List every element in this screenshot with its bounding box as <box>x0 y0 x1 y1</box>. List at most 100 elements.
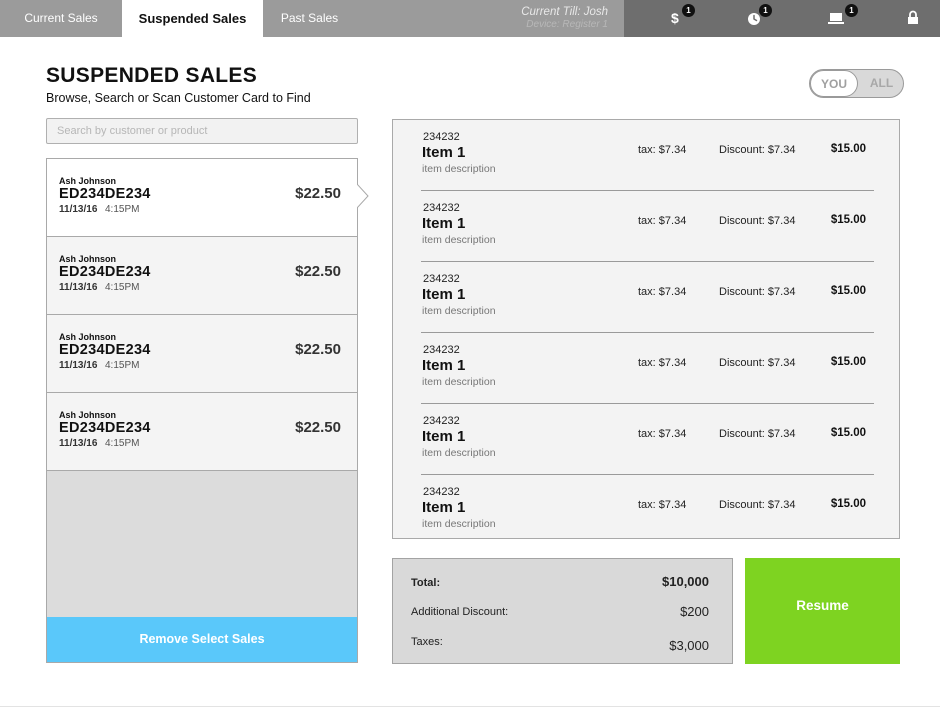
sale-time: 4:15PM <box>105 360 140 371</box>
sale-time: 4:15PM <box>105 204 140 215</box>
laptop-icon-button[interactable]: 1 <box>828 4 858 30</box>
sale-amount: $22.50 <box>295 185 341 202</box>
sale-customer: Ash Johnson <box>59 332 117 342</box>
totals-panel: Total: $10,000 Additional Discount: $200… <box>392 558 733 664</box>
sale-item-row[interactable]: 234232 Item 1 item description tax: $7.3… <box>421 333 874 404</box>
item-price: $15.00 <box>830 356 866 368</box>
tab-suspended-sales[interactable]: Suspended Sales <box>122 0 263 37</box>
additional-discount-label: Additional Discount: <box>411 606 509 618</box>
sale-items-panel: 234232 Item 1 item description tax: $7.3… <box>392 119 900 539</box>
toggle-you[interactable]: YOU <box>810 70 858 97</box>
item-description: item description <box>422 234 496 246</box>
sale-amount: $22.50 <box>295 419 341 436</box>
item-sku: 234232 <box>423 202 460 214</box>
item-name: Item 1 <box>422 144 466 161</box>
suspended-sales-list: Ash Johnson ED234DE234 11/13/16 4:15PM $… <box>46 158 358 663</box>
item-sku: 234232 <box>423 415 460 427</box>
total-label: Total: <box>411 577 441 589</box>
item-description: item description <box>422 518 496 530</box>
device-label: Device: Register 1 <box>526 19 608 30</box>
item-tax: tax: $7.34 <box>638 428 687 440</box>
status-bar: $ 1 1 1 <box>624 0 940 37</box>
sale-code: ED234DE234 <box>59 264 151 280</box>
laptop-icon <box>828 13 844 24</box>
item-price: $15.00 <box>830 143 866 155</box>
item-name: Item 1 <box>422 357 466 374</box>
item-discount: Discount: $7.34 <box>719 499 796 511</box>
item-sku: 234232 <box>423 344 460 356</box>
item-sku: 234232 <box>423 486 460 498</box>
tab-past-sales[interactable]: Past Sales <box>263 0 356 37</box>
item-discount: Discount: $7.34 <box>719 357 796 369</box>
remove-select-sales-button[interactable]: Remove Select Sales <box>47 617 357 662</box>
sale-customer: Ash Johnson <box>59 410 117 420</box>
taxes-label: Taxes: <box>411 636 443 648</box>
current-till-label: Current Till: Josh <box>521 6 608 18</box>
sale-amount: $22.50 <box>295 263 341 280</box>
item-tax: tax: $7.34 <box>638 215 687 227</box>
item-description: item description <box>422 447 496 459</box>
item-name: Item 1 <box>422 499 466 516</box>
item-sku: 234232 <box>423 131 460 143</box>
search-input[interactable] <box>46 118 358 144</box>
dollar-icon: $ <box>671 10 679 26</box>
item-description: item description <box>422 376 496 388</box>
item-tax: tax: $7.34 <box>638 286 687 298</box>
sale-code: ED234DE234 <box>59 186 151 202</box>
item-price: $15.00 <box>830 214 866 226</box>
sale-list-item[interactable]: Ash Johnson ED234DE234 11/13/16 4:15PM $… <box>47 315 357 393</box>
sale-date: 11/13/16 <box>59 438 98 449</box>
sale-time: 4:15PM <box>105 438 140 449</box>
item-name: Item 1 <box>422 428 466 445</box>
sale-customer: Ash Johnson <box>59 176 117 186</box>
item-discount: Discount: $7.34 <box>719 144 796 156</box>
item-price: $15.00 <box>830 427 866 439</box>
clock-icon <box>748 13 760 25</box>
item-price: $15.00 <box>830 285 866 297</box>
item-tax: tax: $7.34 <box>638 499 687 511</box>
item-sku: 234232 <box>423 273 460 285</box>
item-description: item description <box>422 305 496 317</box>
sale-item-row[interactable]: 234232 Item 1 item description tax: $7.3… <box>421 475 874 538</box>
resume-button[interactable]: Resume <box>745 558 900 664</box>
tab-current-sales[interactable]: Current Sales <box>0 0 122 37</box>
sale-list-item[interactable]: Ash Johnson ED234DE234 11/13/16 4:15PM $… <box>47 393 357 471</box>
item-price: $15.00 <box>830 498 866 510</box>
total-value: $10,000 <box>662 574 709 589</box>
taxes-value: $3,000 <box>669 638 709 653</box>
sale-date: 11/13/16 <box>59 360 98 371</box>
till-info: Current Till: Josh Device: Register 1 <box>521 6 608 30</box>
clock-icon-button[interactable]: 1 <box>746 4 772 30</box>
dollar-icon-button[interactable]: $ 1 <box>669 4 695 30</box>
sale-item-row[interactable]: 234232 Item 1 item description tax: $7.3… <box>421 262 874 333</box>
item-discount: Discount: $7.34 <box>719 428 796 440</box>
page-title: SUSPENDED SALES <box>46 64 258 87</box>
lock-icon <box>908 10 918 24</box>
item-tax: tax: $7.34 <box>638 357 687 369</box>
you-all-toggle[interactable]: YOU ALL <box>809 69 904 98</box>
notification-badge: 1 <box>682 4 695 17</box>
sale-item-row[interactable]: 234232 Item 1 item description tax: $7.3… <box>421 120 874 191</box>
item-name: Item 1 <box>422 215 466 232</box>
sale-amount: $22.50 <box>295 341 341 358</box>
sale-time: 4:15PM <box>105 282 140 293</box>
notification-badge: 1 <box>845 4 858 17</box>
item-tax: tax: $7.34 <box>638 144 687 156</box>
sale-item-row[interactable]: 234232 Item 1 item description tax: $7.3… <box>421 191 874 262</box>
notification-badge: 1 <box>759 4 772 17</box>
sale-date: 11/13/16 <box>59 282 98 293</box>
additional-discount-value: $200 <box>680 604 709 619</box>
sale-item-row[interactable]: 234232 Item 1 item description tax: $7.3… <box>421 404 874 475</box>
page-subtitle: Browse, Search or Scan Customer Card to … <box>46 91 311 105</box>
lock-icon-button[interactable] <box>905 8 927 30</box>
toggle-all[interactable]: ALL <box>860 70 903 97</box>
top-nav-bar: Current Sales Suspended Sales Past Sales… <box>0 0 940 37</box>
sale-list-item[interactable]: Ash Johnson ED234DE234 11/13/16 4:15PM $… <box>47 237 357 315</box>
sale-list-item[interactable]: Ash Johnson ED234DE234 11/13/16 4:15PM $… <box>47 159 357 237</box>
item-discount: Discount: $7.34 <box>719 286 796 298</box>
sale-code: ED234DE234 <box>59 420 151 436</box>
item-discount: Discount: $7.34 <box>719 215 796 227</box>
item-description: item description <box>422 163 496 175</box>
item-name: Item 1 <box>422 286 466 303</box>
selection-pointer-icon <box>357 184 369 208</box>
